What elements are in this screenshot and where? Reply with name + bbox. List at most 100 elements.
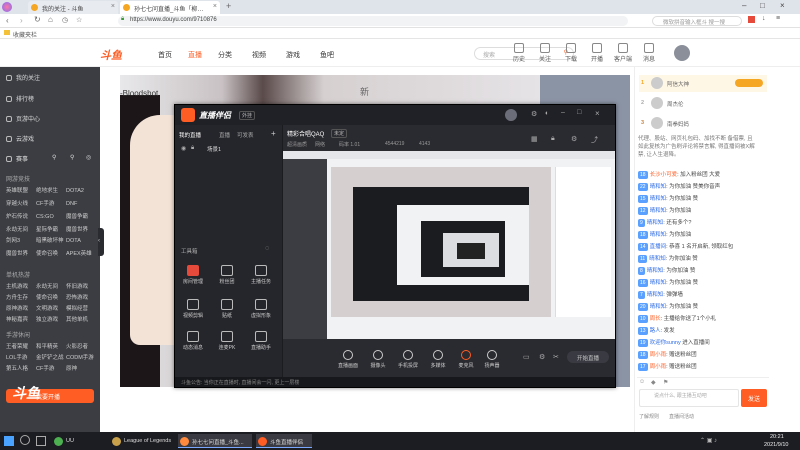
- tab-live[interactable]: 直播: [219, 131, 230, 139]
- chat-nick[interactable]: 直播间: [650, 244, 667, 250]
- category-link[interactable]: CF手游: [36, 364, 66, 375]
- start-live-button[interactable]: 开始直播: [567, 351, 609, 363]
- tool-video-edit[interactable]: 视频剪辑: [179, 299, 207, 319]
- share-icon[interactable]: ⤴: [591, 135, 598, 145]
- clock-date[interactable]: 2021/9/10: [764, 442, 788, 448]
- taskbar-app-uu[interactable]: UU: [52, 434, 104, 448]
- chat-message[interactable]: 18 长沙小可爱: 加入粉丝团 大爱: [638, 171, 768, 179]
- collapse-sidebar-handle[interactable]: ‹: [98, 228, 104, 256]
- chat-nick[interactable]: 晴和知: [650, 208, 667, 214]
- history-button[interactable]: 历史: [506, 43, 532, 63]
- nav-live[interactable]: 直播: [188, 50, 202, 60]
- chat-nick[interactable]: 晴和知: [650, 280, 667, 286]
- category-link[interactable]: 其他单机: [66, 315, 96, 326]
- microphone-button[interactable]: 麦克风: [453, 350, 479, 369]
- sidebar-item-follow[interactable]: 我的关注: [6, 73, 40, 83]
- new-tab-icon[interactable]: +: [226, 1, 231, 11]
- chat-message[interactable]: 18 晴和知: 为你加油: [638, 231, 768, 239]
- chat-nick[interactable]: 晴和知: [650, 184, 667, 190]
- tool-room-manage[interactable]: 房间管理: [179, 265, 207, 285]
- chat-message[interactable]: 22 晴和知: 为你加油 赞美你音声: [638, 183, 768, 191]
- tab-live-room[interactable]: 孙七七问直播_斗鱼「柳… ×: [120, 1, 220, 14]
- category-link[interactable]: 英雄联盟: [6, 186, 36, 197]
- messages-button[interactable]: 消息: [636, 43, 662, 63]
- chat-message[interactable]: 18 周小雨: 赠送粉丝团: [638, 351, 768, 359]
- maximize-icon[interactable]: □: [760, 1, 765, 10]
- category-link[interactable]: 王者荣耀: [6, 342, 36, 353]
- chat-nick[interactable]: 晴和知: [650, 232, 667, 238]
- close-icon[interactable]: ×: [111, 3, 115, 10]
- home-icon[interactable]: ⌂: [48, 15, 53, 24]
- category-link[interactable]: 独立游戏: [36, 315, 66, 326]
- tab-my-live[interactable]: 我的直播: [179, 131, 201, 139]
- category-link[interactable]: 魔兽争霸: [66, 212, 96, 223]
- lock-icon[interactable]: 🔒︎: [551, 135, 555, 143]
- tool-fanclub[interactable]: 粉丝团: [213, 265, 241, 285]
- client-button[interactable]: 客户端: [610, 43, 636, 63]
- source-phone-button[interactable]: 手机投屏: [395, 350, 421, 369]
- tab-publishable[interactable]: 可发表: [237, 131, 254, 139]
- bike-icon[interactable]: ⚲: [52, 154, 56, 161]
- tool-dynamic[interactable]: 动态消息: [179, 331, 207, 351]
- nav-game[interactable]: 游戏: [286, 50, 300, 60]
- source-camera-button[interactable]: 摄像头: [365, 350, 391, 369]
- task-view-icon[interactable]: [36, 436, 46, 446]
- rank-row[interactable]: 1 阿信大神: [639, 75, 767, 92]
- lock-icon[interactable]: 🔒︎: [191, 145, 194, 152]
- chat-message[interactable]: 12 晴和知: 为你加油: [638, 207, 768, 215]
- extension-icon[interactable]: [748, 16, 755, 23]
- category-link[interactable]: 和平精英: [36, 342, 66, 353]
- gear-icon[interactable]: ⚙: [539, 353, 545, 361]
- category-link[interactable]: 永劫无间: [6, 225, 36, 236]
- minimize-icon[interactable]: –: [561, 109, 565, 116]
- url-field[interactable]: 🔒︎ https://www.douyu.com/9710876: [118, 16, 628, 26]
- category-link[interactable]: 原神游戏: [6, 304, 36, 315]
- nav-video[interactable]: 视频: [252, 50, 266, 60]
- category-link[interactable]: 方舟生存: [6, 293, 36, 304]
- follow-button[interactable]: 关注: [532, 43, 558, 63]
- minimize-icon[interactable]: –: [742, 1, 746, 10]
- chat-nick[interactable]: 晴和知: [650, 196, 667, 202]
- nav-home[interactable]: 首页: [158, 50, 172, 60]
- record-icon[interactable]: ▭: [523, 353, 530, 361]
- chat-nick[interactable]: 晴和知: [649, 256, 666, 262]
- user-avatar[interactable]: [674, 45, 690, 61]
- tab-my-follow[interactable]: 我的关注 - 斗鱼 ×: [28, 1, 118, 14]
- category-link[interactable]: 使命召唤: [36, 249, 66, 260]
- filter-icon[interactable]: ⚑: [663, 379, 668, 386]
- sidebar-item-esports[interactable]: 赛事 ⚲ ⚲ ◎: [6, 154, 91, 164]
- maximize-icon[interactable]: □: [577, 109, 581, 116]
- companion-avatar[interactable]: [505, 109, 517, 121]
- chat-nick[interactable]: 晴和知: [647, 292, 664, 298]
- refresh-icon[interactable]: ↻: [34, 15, 41, 24]
- taskbar-app-lol[interactable]: League of Legends: [110, 434, 174, 448]
- chat-nick[interactable]: 周小雨: [650, 364, 667, 370]
- source-screen-button[interactable]: 直播画面: [335, 350, 361, 369]
- star-icon[interactable]: ☆: [76, 16, 82, 24]
- back-icon[interactable]: ‹: [6, 16, 9, 25]
- category-link[interactable]: 穿越火线: [6, 199, 36, 210]
- search-icon[interactable]: [20, 435, 30, 445]
- taskbar-app-companion[interactable]: 斗鱼直播伴侣: [256, 434, 312, 448]
- category-link[interactable]: DNF: [66, 201, 96, 212]
- tray-icons[interactable]: ⌃ ▣ ♪: [700, 437, 717, 444]
- category-link[interactable]: CODM手游: [66, 353, 96, 364]
- category-link[interactable]: 魔兽世界: [6, 249, 36, 260]
- bookmark-label[interactable]: 收藏夹栏: [13, 30, 37, 39]
- windows-start-icon[interactable]: [4, 436, 14, 446]
- fans-icon[interactable]: ◆: [651, 379, 656, 386]
- category-link[interactable]: LOL手游: [6, 353, 36, 364]
- taskbar-app-browser[interactable]: 孙七七问直播_斗鱼...: [178, 434, 252, 448]
- bike-icon[interactable]: ⚲: [70, 154, 74, 161]
- chat-message[interactable]: 10 周长: 主播给你送了1个小礼: [638, 315, 768, 323]
- add-scene-icon[interactable]: +: [271, 129, 276, 138]
- status-tag[interactable]: 未定: [331, 129, 348, 138]
- category-link[interactable]: 文明游戏: [36, 304, 66, 315]
- chat-message[interactable]: 19 欢迎你sunny 进入直播间: [638, 339, 768, 347]
- category-link[interactable]: 怀旧游戏: [66, 282, 96, 293]
- emoji-icon[interactable]: ☺: [639, 379, 645, 385]
- category-link[interactable]: 炉石传说: [6, 212, 36, 223]
- tool-sticker[interactable]: 贴纸: [213, 299, 241, 319]
- browser-search-input[interactable]: 微软拼音输入框斗 搜一搜: [652, 16, 742, 26]
- companion-badge[interactable]: 外挂: [239, 111, 256, 120]
